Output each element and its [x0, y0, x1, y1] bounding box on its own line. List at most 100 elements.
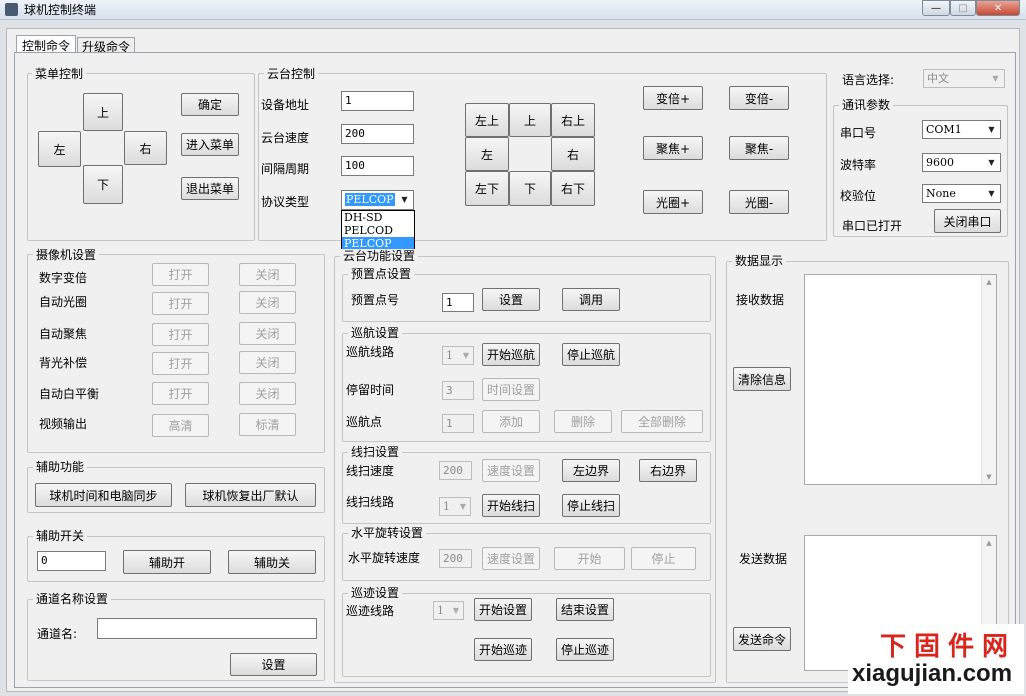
white-balance-on-button[interactable]: 打开	[152, 382, 209, 405]
language-select[interactable]: 中文 ▼	[923, 69, 1005, 88]
exit-menu-button[interactable]: 退出菜单	[181, 177, 239, 200]
ptz-speed-input[interactable]: 200	[341, 124, 414, 144]
video-hd-button[interactable]: 高清	[152, 414, 209, 437]
auto-iris-on-button[interactable]: 打开	[152, 292, 209, 315]
clear-info-button[interactable]: 清除信息	[733, 367, 791, 391]
scroll-up-icon[interactable]: ▲	[982, 275, 996, 289]
video-sd-button[interactable]: 标清	[239, 413, 296, 436]
maximize-button[interactable]: □	[950, 0, 976, 16]
aux-off-button[interactable]: 辅助关	[228, 550, 316, 574]
cruise-point-input[interactable]: 1	[442, 414, 474, 433]
cruise-point-label: 巡航点	[346, 415, 383, 429]
track-end-set-button[interactable]: 结束设置	[556, 598, 614, 621]
factory-reset-button[interactable]: 球机恢复出厂默认	[185, 483, 316, 507]
start-track-button[interactable]: 开始巡迹	[474, 638, 532, 661]
channel-name-input[interactable]	[97, 618, 317, 639]
backlight-off-button[interactable]: 关闭	[239, 351, 296, 374]
start-scan-button[interactable]: 开始线扫	[482, 494, 540, 517]
auto-focus-on-button[interactable]: 打开	[152, 323, 209, 346]
serial-port-value: COM1	[926, 123, 962, 136]
protocol-option[interactable]: DH-SD	[342, 211, 414, 224]
left-boundary-button[interactable]: 左边界	[562, 459, 620, 482]
start-cruise-button[interactable]: 开始巡航	[482, 343, 540, 366]
enter-menu-button[interactable]: 进入菜单	[181, 133, 239, 156]
tab-panel: 菜单控制 上 左 右 下 确定 进入菜单 退出菜单 云台控制 设备地址 1 云台…	[14, 52, 1016, 688]
menu-down-button[interactable]: 下	[83, 165, 123, 204]
menu-right-button[interactable]: 右	[124, 131, 167, 165]
white-balance-off-button[interactable]: 关闭	[239, 382, 296, 405]
rotation-speed-set-button[interactable]: 速度设置	[482, 547, 540, 570]
scroll-down-icon[interactable]: ▼	[982, 470, 996, 484]
right-boundary-button[interactable]: 右边界	[639, 459, 697, 482]
aux-on-button[interactable]: 辅助开	[123, 550, 211, 574]
add-point-button[interactable]: 添加	[482, 410, 540, 433]
delete-point-button[interactable]: 删除	[554, 410, 612, 433]
minimize-button[interactable]: —	[922, 0, 950, 16]
rotation-start-button[interactable]: 开始	[554, 547, 625, 570]
auto-iris-off-button[interactable]: 关闭	[239, 291, 296, 314]
ptz-down-left-button[interactable]: 左下	[465, 171, 509, 206]
ptz-up-button[interactable]: 上	[509, 103, 551, 137]
channel-set-button[interactable]: 设置	[230, 653, 317, 676]
ptz-down-button[interactable]: 下	[509, 171, 551, 206]
ptz-right-button[interactable]: 右	[551, 137, 595, 171]
preset-set-button[interactable]: 设置	[482, 288, 540, 311]
ptz-up-left-button[interactable]: 左上	[465, 103, 509, 137]
send-command-button[interactable]: 发送命令	[733, 627, 791, 651]
focus-in-button[interactable]: 聚焦+	[643, 136, 703, 160]
auto-iris-label: 自动光圈	[39, 295, 88, 309]
scan-speed-label: 线扫速度	[346, 464, 395, 478]
digital-zoom-on-button[interactable]: 打开	[152, 263, 209, 286]
menu-up-button[interactable]: 上	[83, 93, 123, 131]
parity-value: None	[926, 187, 956, 200]
iris-out-button[interactable]: 光圈-	[729, 190, 789, 214]
delete-all-button[interactable]: 全部删除	[621, 410, 703, 433]
interval-input[interactable]: 100	[341, 156, 414, 176]
ptz-left-button[interactable]: 左	[465, 137, 509, 171]
aux-switch-input[interactable]: 0	[37, 551, 106, 571]
scroll-up-icon[interactable]: ▲	[982, 536, 996, 550]
backlight-on-button[interactable]: 打开	[152, 352, 209, 375]
chevron-down-icon: ▼	[462, 350, 470, 360]
baud-rate-select[interactable]: 9600 ▼	[922, 153, 1001, 172]
data-display-title: 数据显示	[732, 254, 787, 268]
scan-route-select[interactable]: 1 ▼	[439, 497, 471, 516]
language-label: 语言选择:	[842, 73, 895, 87]
zoom-out-button[interactable]: 变倍-	[729, 86, 789, 110]
confirm-button[interactable]: 确定	[181, 93, 239, 116]
auto-focus-off-button[interactable]: 关闭	[239, 322, 296, 345]
stop-track-button[interactable]: 停止巡迹	[556, 638, 614, 661]
close-port-button[interactable]: 关闭串口	[934, 209, 1001, 233]
protocol-option[interactable]: PELCOD	[342, 224, 414, 237]
scan-speed-set-button[interactable]: 速度设置	[482, 459, 540, 482]
ptz-up-right-button[interactable]: 右上	[551, 103, 595, 137]
sync-time-button[interactable]: 球机时间和电脑同步	[35, 483, 172, 507]
close-button[interactable]: ✕	[976, 0, 1020, 16]
dwell-time-input[interactable]: 3	[442, 381, 474, 400]
receive-data-box[interactable]: ▲ ▼	[804, 274, 997, 485]
ptz-down-right-button[interactable]: 右下	[551, 171, 595, 206]
focus-out-button[interactable]: 聚焦-	[729, 136, 789, 160]
device-address-input[interactable]: 1	[341, 91, 414, 111]
protocol-select[interactable]: PELCOP ▼	[341, 190, 414, 210]
stop-cruise-button[interactable]: 停止巡航	[562, 343, 620, 366]
time-set-button[interactable]: 时间设置	[482, 378, 540, 401]
receive-scrollbar[interactable]: ▲ ▼	[981, 275, 996, 484]
track-route-select[interactable]: 1 ▼	[433, 601, 464, 620]
menu-left-button[interactable]: 左	[38, 131, 81, 167]
cruise-route-select[interactable]: 1 ▼	[442, 346, 474, 365]
scan-speed-input[interactable]: 200	[439, 461, 472, 480]
digital-zoom-label: 数字变倍	[39, 271, 88, 285]
protocol-dropdown-list[interactable]: DH-SD PELCOD PELCOP	[341, 210, 415, 252]
rotation-speed-input[interactable]: 200	[439, 549, 472, 568]
serial-port-select[interactable]: COM1 ▼	[922, 120, 1001, 139]
zoom-in-button[interactable]: 变倍+	[643, 86, 703, 110]
preset-number-input[interactable]: 1	[442, 293, 474, 312]
iris-in-button[interactable]: 光圈+	[643, 190, 703, 214]
digital-zoom-off-button[interactable]: 关闭	[239, 263, 296, 286]
stop-scan-button[interactable]: 停止线扫	[562, 494, 620, 517]
parity-select[interactable]: None ▼	[922, 184, 1001, 203]
preset-call-button[interactable]: 调用	[562, 288, 620, 311]
track-start-set-button[interactable]: 开始设置	[474, 598, 532, 621]
rotation-stop-button[interactable]: 停止	[631, 547, 696, 570]
